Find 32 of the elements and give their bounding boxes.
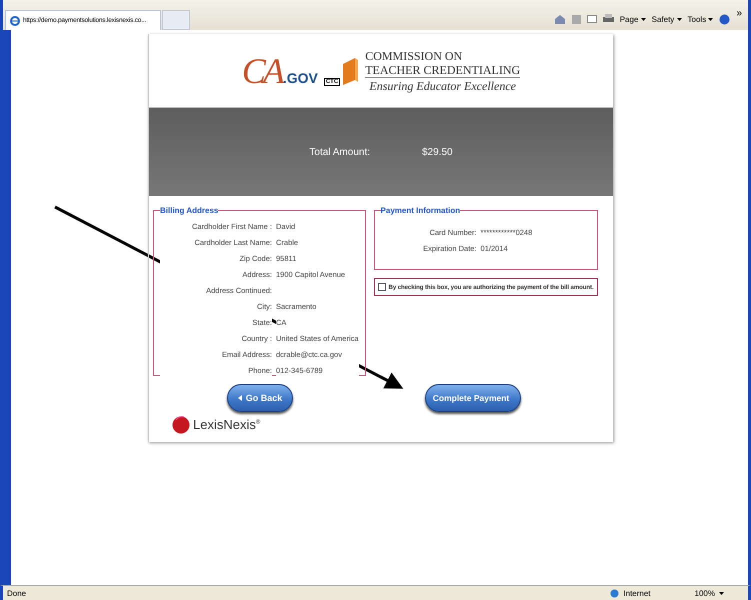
checkbox[interactable] (378, 283, 386, 291)
mail-icon[interactable] (586, 15, 597, 23)
org-name: TEACHER CREDENTIALING (365, 62, 520, 76)
zone-label: Internet (623, 588, 651, 598)
globe-icon (610, 588, 620, 598)
lexisnexis-logo: LexisNexis$^{®}$ (193, 416, 260, 432)
lexisnexis-logo-icon (171, 414, 191, 434)
zoom-level[interactable]: 100% (694, 588, 715, 598)
menu-button[interactable]: Tools (688, 14, 714, 24)
left-arrow-icon (238, 395, 242, 401)
status-text: Done (7, 588, 26, 598)
org-name: COMMISSION ON (365, 48, 464, 62)
dropdown-icon (676, 18, 682, 21)
dropdown-icon[interactable] (719, 592, 724, 594)
home-icon[interactable] (554, 14, 566, 24)
help-icon[interactable] (719, 14, 730, 24)
menu-button[interactable]: Safety (652, 14, 682, 24)
menu-button[interactable]: Page (620, 14, 646, 24)
dropdown-icon (708, 18, 714, 21)
browser-icon (10, 16, 20, 26)
panel-title: Billing Address (160, 206, 218, 215)
tagline: Ensuring Educator Excellence (365, 76, 520, 92)
printer-icon[interactable] (602, 14, 614, 24)
overflow-button[interactable]: » (736, 8, 742, 19)
book-icon (341, 56, 360, 86)
ca-gov-logo: CA.GOV (242, 50, 318, 92)
back-button[interactable]: Go Back (227, 384, 293, 412)
panel-title: Payment Information (380, 206, 460, 215)
dropdown-icon (640, 18, 646, 21)
total-label: Total Amount: (309, 146, 370, 158)
next-button[interactable]: Complete Payment (425, 384, 521, 412)
total-value: $29.50 (422, 146, 453, 158)
